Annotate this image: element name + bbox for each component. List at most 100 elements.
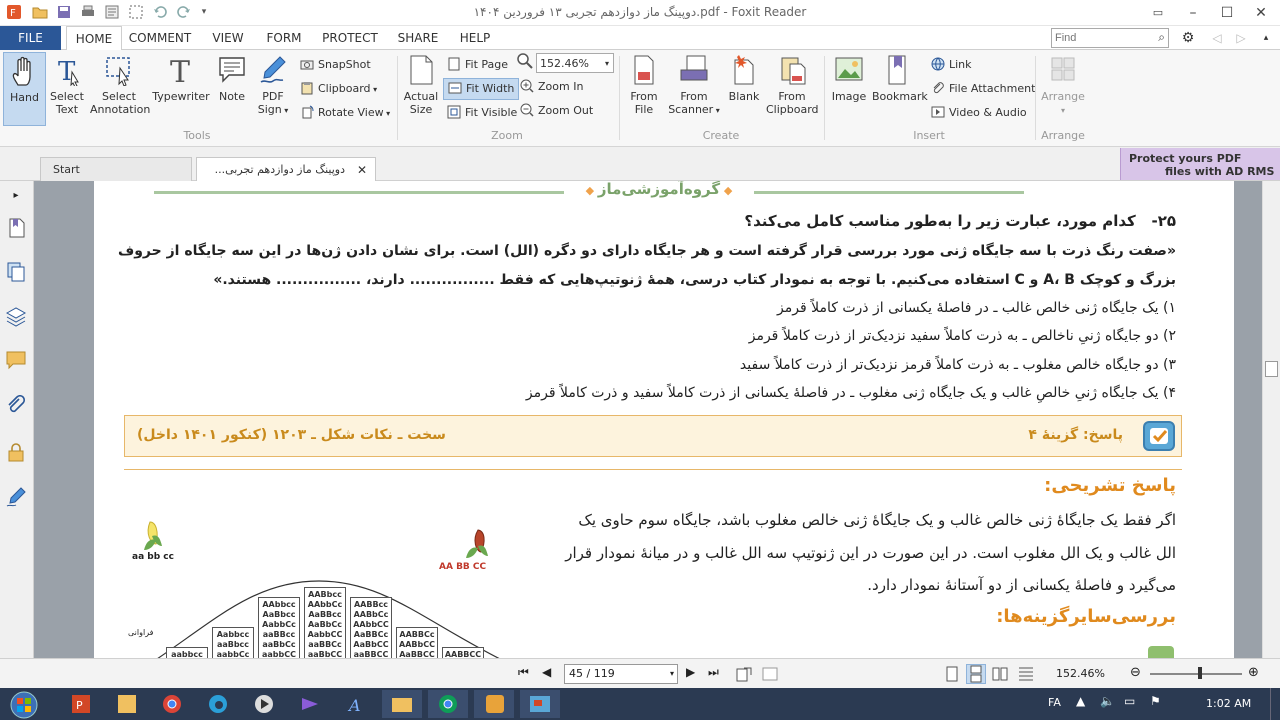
settings-gear-icon[interactable]: ⚙ — [1176, 26, 1200, 50]
document-viewport[interactable]: ◆ گروه‌آموزشی‌ماز ◆ ۲۵- کدام مورد، عبارت… — [34, 181, 1262, 658]
tab-share[interactable]: SHARE — [394, 26, 442, 50]
actual-size-button[interactable]: Actual Size — [401, 54, 441, 116]
tray-expand-icon[interactable]: ▲ — [1076, 694, 1085, 708]
maximize-button[interactable]: ☐ — [1210, 0, 1244, 26]
tab-comment[interactable]: COMMENT — [126, 26, 194, 50]
tab-file[interactable]: FILE — [0, 26, 61, 50]
note-button[interactable]: Note — [214, 54, 250, 103]
facing-view-icon[interactable] — [992, 666, 1008, 685]
create-from-clipboard-button[interactable]: From Clipboard — [766, 54, 819, 116]
zoom-out-status-icon[interactable]: ⊖ — [1130, 665, 1141, 680]
zoom-in-button[interactable]: Zoom In — [520, 77, 583, 97]
select-text-button[interactable]: T Select Text — [46, 54, 88, 116]
ad-rms-promo[interactable]: Protect yours PDF files with AD RMS — [1120, 148, 1280, 180]
tab-protect[interactable]: PROTECT — [318, 26, 382, 50]
tab-view[interactable]: VIEW — [206, 26, 250, 50]
clock[interactable]: 1:02 AM — [1206, 697, 1251, 710]
zoom-slider[interactable] — [1150, 673, 1242, 675]
previous-page-icon[interactable]: ◀ — [542, 665, 551, 679]
input-language[interactable]: FA — [1048, 696, 1061, 709]
zoom-out-button[interactable]: Zoom Out — [520, 101, 593, 121]
create-from-scanner-button[interactable]: From Scanner ▾ — [668, 54, 720, 117]
network-icon[interactable]: ▭ — [1124, 694, 1135, 708]
tab-home[interactable]: HOME — [66, 26, 122, 51]
create-from-file-button[interactable]: From File — [624, 54, 664, 116]
insert-bookmark-button[interactable]: Bookmark — [872, 54, 928, 103]
close-tab-icon[interactable]: ✕ — [357, 158, 367, 182]
tab-start[interactable]: Start — [40, 157, 192, 181]
action-center-icon[interactable]: ⚑ — [1150, 694, 1161, 708]
tab-help[interactable]: HELP — [454, 26, 496, 50]
insert-group-label: Insert — [913, 129, 945, 142]
comments-panel-icon[interactable] — [5, 349, 27, 371]
edge-taskbar-icon[interactable] — [198, 690, 238, 718]
insert-link-button[interactable]: Link — [931, 55, 972, 75]
powerpoint-taskbar-icon[interactable]: P — [60, 690, 100, 718]
explorer-taskbar-icon[interactable] — [382, 690, 422, 718]
vertical-scrollbar[interactable] — [1262, 181, 1280, 658]
typing-app-taskbar-icon[interactable]: A — [336, 690, 376, 718]
hand-tool-button[interactable]: Hand — [3, 52, 46, 126]
zoom-select[interactable]: 152.46% ▾ — [536, 53, 614, 73]
close-button[interactable]: ✕ — [1244, 0, 1278, 26]
signature-panel-icon[interactable] — [5, 486, 27, 508]
show-desktop-button[interactable] — [1270, 688, 1280, 720]
chrome-taskbar-icon[interactable] — [152, 690, 192, 718]
tab-current-document[interactable]: دوپینگ ماز دوازدهم تجربی... ✕ — [196, 157, 376, 181]
layers-panel-icon[interactable] — [5, 305, 27, 327]
page-number-input[interactable]: 45 / 119 ▾ — [564, 664, 678, 684]
ribbon-toggle-icon[interactable]: ▭ — [1141, 0, 1175, 26]
fit-page-button[interactable]: Fit Page — [447, 55, 508, 75]
tools-group-label: Tools — [183, 129, 211, 142]
arrange-button[interactable]: Arrange ▾ — [1040, 54, 1086, 117]
export-page-icon[interactable] — [736, 666, 752, 685]
thumbnail-icon[interactable] — [762, 666, 778, 685]
insert-video-audio-button[interactable]: Video & Audio — [931, 103, 1027, 123]
page-dropdown-icon[interactable]: ▾ — [670, 665, 674, 683]
clipboard-button[interactable]: Clipboard ▾ — [300, 79, 377, 99]
expand-panel-icon[interactable]: ▸ — [5, 185, 27, 207]
tab-form[interactable]: FORM — [262, 26, 306, 50]
start-button-icon[interactable] — [4, 690, 46, 719]
continuous-view-icon[interactable] — [966, 664, 986, 684]
next-page-icon[interactable]: ▶ — [686, 665, 695, 679]
single-page-view-icon[interactable] — [944, 666, 960, 685]
search-input[interactable] — [1052, 29, 1148, 47]
fit-width-button[interactable]: Fit Width — [443, 78, 520, 100]
security-lock-icon[interactable] — [5, 441, 27, 463]
collapse-ribbon-icon[interactable]: ▴ — [1256, 26, 1276, 50]
zoom-slider-thumb[interactable] — [1198, 667, 1202, 679]
select-annotation-button[interactable]: Select Annotation — [90, 54, 150, 116]
genotype-label: aabbCc — [216, 650, 250, 658]
visual-studio-taskbar-icon[interactable] — [290, 690, 330, 718]
media-taskbar-icon[interactable] — [244, 690, 284, 718]
snapshot-button[interactable]: SnapShot — [300, 55, 371, 75]
volume-icon[interactable]: 🔈 — [1100, 694, 1115, 708]
attachments-panel-icon[interactable] — [5, 394, 27, 417]
insert-file-attachment-button[interactable]: File Attachment — [931, 79, 1035, 99]
create-blank-button[interactable]: Blank — [726, 54, 762, 103]
question-header: ۲۵- کدام مورد، عبارت زیر را به‌طور مناسب… — [744, 212, 1176, 230]
minimize-button[interactable]: – — [1176, 0, 1210, 26]
chrome-2-taskbar-icon[interactable] — [428, 690, 468, 718]
zoom-in-status-icon[interactable]: ⊕ — [1248, 665, 1259, 680]
insert-image-button[interactable]: Image — [829, 54, 869, 103]
search-icon[interactable]: ⌕ — [1158, 30, 1165, 45]
foxit-taskbar-icon[interactable] — [474, 690, 514, 718]
continuous-facing-icon[interactable] — [1018, 666, 1034, 685]
fit-visible-button[interactable]: Fit Visible — [447, 103, 517, 123]
last-page-icon[interactable]: ⏭ — [708, 665, 719, 680]
typewriter-button[interactable]: T Typewriter — [152, 54, 210, 103]
pdf-sign-button[interactable]: PDF Sign ▾ — [254, 54, 292, 117]
svg-text:T: T — [170, 55, 190, 86]
pages-panel-icon[interactable] — [5, 261, 27, 283]
nav-back-icon[interactable]: ◁ — [1208, 26, 1226, 50]
nav-forward-icon[interactable]: ▷ — [1232, 26, 1250, 50]
bookmarks-panel-icon[interactable] — [5, 217, 27, 239]
svg-text:P: P — [76, 699, 83, 712]
first-page-icon[interactable]: ⏮ — [518, 665, 529, 680]
file-manager-taskbar-icon[interactable] — [106, 690, 146, 718]
rotate-view-button[interactable]: Rotate View ▾ — [300, 103, 390, 123]
anydesk-taskbar-icon[interactable] — [520, 690, 560, 718]
scroll-thumb[interactable] — [1265, 361, 1278, 377]
